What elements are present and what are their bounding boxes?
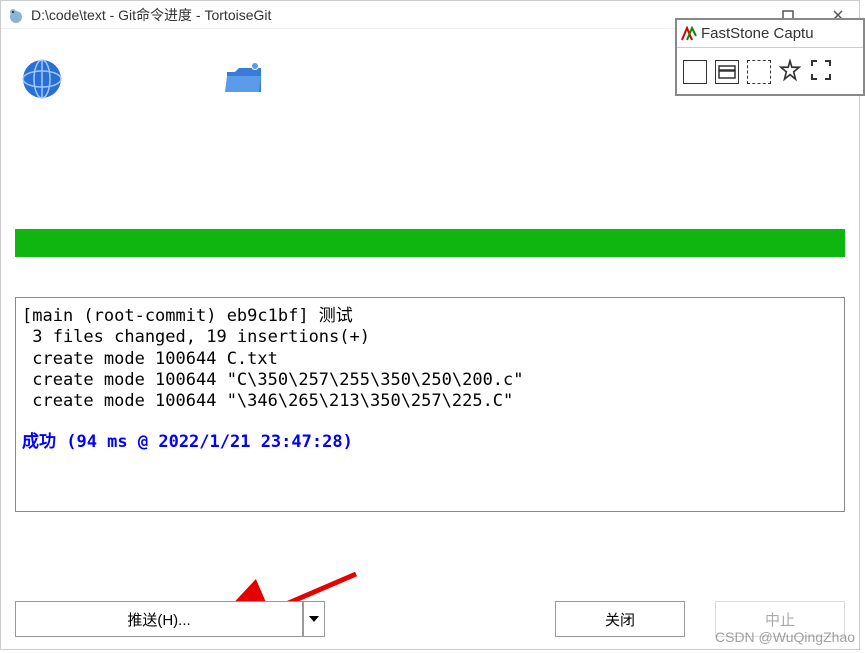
log-line: create mode 100644 "\346\265\213\350\257… [22, 391, 838, 412]
success-label: 成功 [22, 432, 56, 452]
capture-freehand-icon[interactable] [779, 59, 801, 86]
capture-object-icon[interactable] [715, 60, 739, 84]
capture-fullscreen-icon[interactable] [809, 58, 833, 87]
push-dropdown-button[interactable] [303, 601, 325, 637]
capture-window-icon[interactable] [683, 60, 707, 84]
faststone-toolbar [677, 48, 863, 96]
push-button[interactable]: 推送(H)... [15, 601, 303, 637]
faststone-capture-window: FastStone Captu [675, 18, 865, 96]
log-line: create mode 100644 "C\350\257\255\350\25… [22, 370, 838, 391]
folder-icon [223, 58, 265, 100]
tortoisegit-icon [7, 6, 25, 24]
output-log[interactable]: [main (root-commit) eb9c1bf] 测试 3 files … [15, 297, 845, 512]
capture-region-icon[interactable] [747, 60, 771, 84]
log-success-line: 成功 (94 ms @ 2022/1/21 23:47:28) [22, 432, 838, 453]
push-button-group: 推送(H)... [15, 601, 325, 637]
close-button[interactable]: 关闭 [555, 601, 685, 637]
progress-dialog: D:\code\text - Git命令进度 - TortoiseGit [ma… [0, 0, 860, 650]
globe-icon [21, 58, 63, 100]
button-row: 推送(H)... 关闭 中止 [15, 599, 845, 639]
log-line: [main (root-commit) eb9c1bf] 测试 [22, 306, 838, 327]
log-line: 3 files changed, 19 insertions(+) [22, 327, 838, 348]
window-title: D:\code\text - Git命令进度 - TortoiseGit [31, 5, 723, 25]
abort-button: 中止 [715, 601, 845, 637]
log-line: create mode 100644 C.txt [22, 349, 838, 370]
dialog-content: [main (root-commit) eb9c1bf] 测试 3 files … [1, 29, 859, 649]
faststone-titlebar: FastStone Captu [677, 20, 863, 48]
faststone-title: FastStone Captu [701, 25, 814, 42]
progress-bar [15, 229, 845, 257]
success-detail: (94 ms @ 2022/1/21 23:47:28) [56, 432, 353, 452]
faststone-icon [681, 26, 697, 42]
